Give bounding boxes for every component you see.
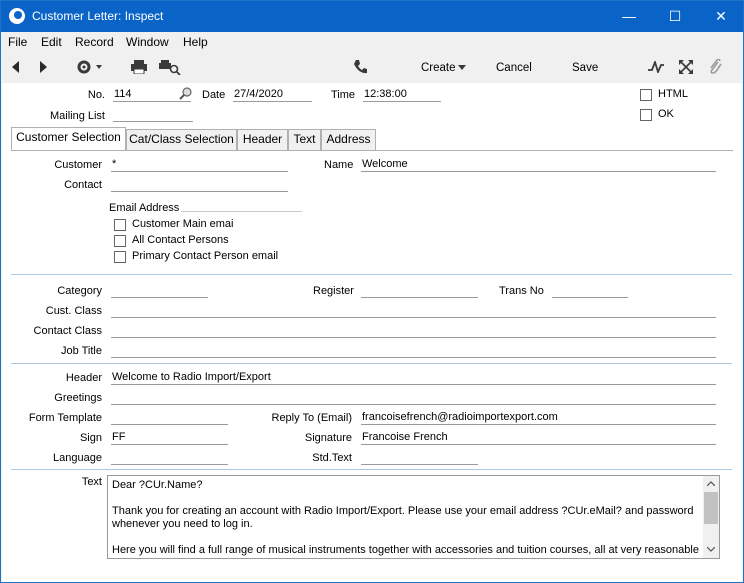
gear-icon[interactable] [76, 59, 104, 75]
mailing-list-field[interactable] [113, 108, 193, 122]
print-preview-icon[interactable] [159, 60, 181, 75]
phone-icon[interactable] [353, 59, 367, 75]
search-icon[interactable] [179, 87, 192, 100]
date-field[interactable]: 27/4/2020 [233, 88, 312, 102]
app-logo-icon [9, 8, 25, 24]
customer-field[interactable]: * [111, 158, 288, 172]
register-label: Register [313, 285, 354, 297]
scroll-up-icon[interactable] [707, 481, 715, 486]
section-divider [11, 363, 732, 364]
minimize-icon[interactable]: — [606, 1, 652, 32]
letter-text-area[interactable]: Dear ?CUr.Name? Thank you for creating a… [107, 475, 720, 559]
menu-bar: File Edit Record Window Help [1, 32, 743, 52]
contact-class-field[interactable] [111, 324, 716, 338]
name-field[interactable]: Welcome [361, 158, 716, 172]
contact-class-label: Contact Class [33, 325, 102, 337]
email-group-line [181, 211, 302, 212]
tab-text[interactable]: Text [288, 129, 321, 150]
create-button[interactable]: Create [421, 62, 456, 74]
all-contact-persons-label: All Contact Persons [132, 234, 229, 246]
close-icon[interactable]: ✕ [698, 1, 744, 32]
trans-no-field[interactable] [552, 284, 628, 298]
section-divider [11, 469, 732, 470]
email-address-label: Email Address [109, 202, 180, 214]
customer-label: Customer [54, 159, 102, 171]
signature-field[interactable]: Francoise French [361, 431, 716, 445]
previous-record-icon[interactable] [11, 61, 21, 73]
sign-field[interactable]: FF [111, 431, 228, 445]
category-label: Category [57, 285, 102, 297]
menu-edit[interactable]: Edit [41, 35, 62, 49]
menu-file[interactable]: File [8, 35, 27, 49]
job-title-field[interactable] [111, 344, 716, 358]
tab-address[interactable]: Address [321, 129, 376, 150]
signature-label: Signature [304, 432, 352, 444]
chevron-down-icon [458, 65, 466, 70]
job-title-label: Job Title [61, 345, 102, 357]
name-label: Name [324, 159, 354, 171]
menu-record[interactable]: Record [75, 35, 114, 49]
window-title: Customer Letter: Inspect [32, 9, 164, 23]
sign-label: Sign [79, 432, 102, 444]
tab-customer-selection[interactable]: Customer Selection [11, 127, 126, 151]
reply-to-field[interactable]: francoisefrench@radioimportexport.com [361, 411, 716, 425]
next-record-icon[interactable] [38, 61, 48, 73]
form-template-label: Form Template [28, 412, 102, 424]
contact-label: Contact [64, 179, 102, 191]
form-template-field[interactable] [111, 411, 228, 425]
ok-checkbox[interactable] [640, 109, 652, 121]
title-bar: Customer Letter: Inspect — ☐ ✕ [1, 1, 743, 32]
trans-no-label: Trans No [499, 285, 544, 297]
header-field[interactable]: Welcome to Radio Import/Export [111, 371, 716, 385]
register-field[interactable] [361, 284, 478, 298]
letter-text-content: Dear ?CUr.Name? Thank you for creating a… [112, 479, 699, 556]
std-text-label: Std.Text [312, 452, 352, 464]
cancel-button[interactable]: Cancel [496, 62, 532, 74]
time-label: Time [331, 89, 356, 101]
header-label: Header [65, 372, 102, 384]
expand-icon[interactable] [679, 60, 693, 74]
menu-help[interactable]: Help [183, 35, 208, 49]
no-label: No. [87, 89, 105, 101]
save-button[interactable]: Save [572, 62, 598, 74]
contact-field[interactable] [111, 178, 288, 192]
maximize-icon[interactable]: ☐ [652, 1, 698, 32]
all-contact-persons-checkbox[interactable] [114, 235, 126, 247]
html-checkbox[interactable] [640, 89, 652, 101]
date-label: Date [202, 89, 226, 101]
print-icon[interactable] [131, 60, 147, 74]
cust-class-label: Cust. Class [45, 305, 102, 317]
tab-header[interactable]: Header [237, 129, 288, 150]
tab-cat-class-selection[interactable]: Cat/Class Selection [126, 129, 237, 150]
customer-main-email-checkbox[interactable] [114, 219, 126, 231]
ok-label: OK [658, 108, 674, 120]
language-label: Language [53, 452, 102, 464]
mailing-list-label: Mailing List [49, 110, 105, 122]
toolbar: Create Cancel Save [1, 52, 743, 83]
section-divider [11, 274, 732, 275]
primary-contact-email-checkbox[interactable] [114, 251, 126, 263]
std-text-field[interactable] [361, 451, 478, 465]
text-label: Text [81, 476, 102, 488]
cust-class-field[interactable] [111, 304, 716, 318]
app-window: Customer Letter: Inspect — ☐ ✕ File Edit… [0, 0, 744, 583]
greetings-label: Greetings [54, 392, 102, 404]
scroll-down-icon[interactable] [707, 547, 715, 552]
scroll-thumb[interactable] [704, 492, 718, 524]
primary-contact-email-label: Primary Contact Person email [132, 250, 279, 262]
language-field[interactable] [111, 451, 228, 465]
text-scrollbar[interactable] [703, 476, 719, 558]
menu-window[interactable]: Window [126, 35, 169, 49]
html-label: HTML [658, 88, 688, 100]
customer-main-email-label: Customer Main emai [132, 218, 234, 230]
category-field[interactable] [111, 284, 208, 298]
time-field[interactable]: 12:38:00 [363, 88, 441, 102]
reply-to-label: Reply To (Email) [271, 412, 353, 424]
activity-icon[interactable] [648, 61, 664, 73]
tab-underline [11, 150, 733, 151]
attachment-icon[interactable] [708, 59, 722, 75]
greetings-field[interactable] [111, 391, 716, 405]
